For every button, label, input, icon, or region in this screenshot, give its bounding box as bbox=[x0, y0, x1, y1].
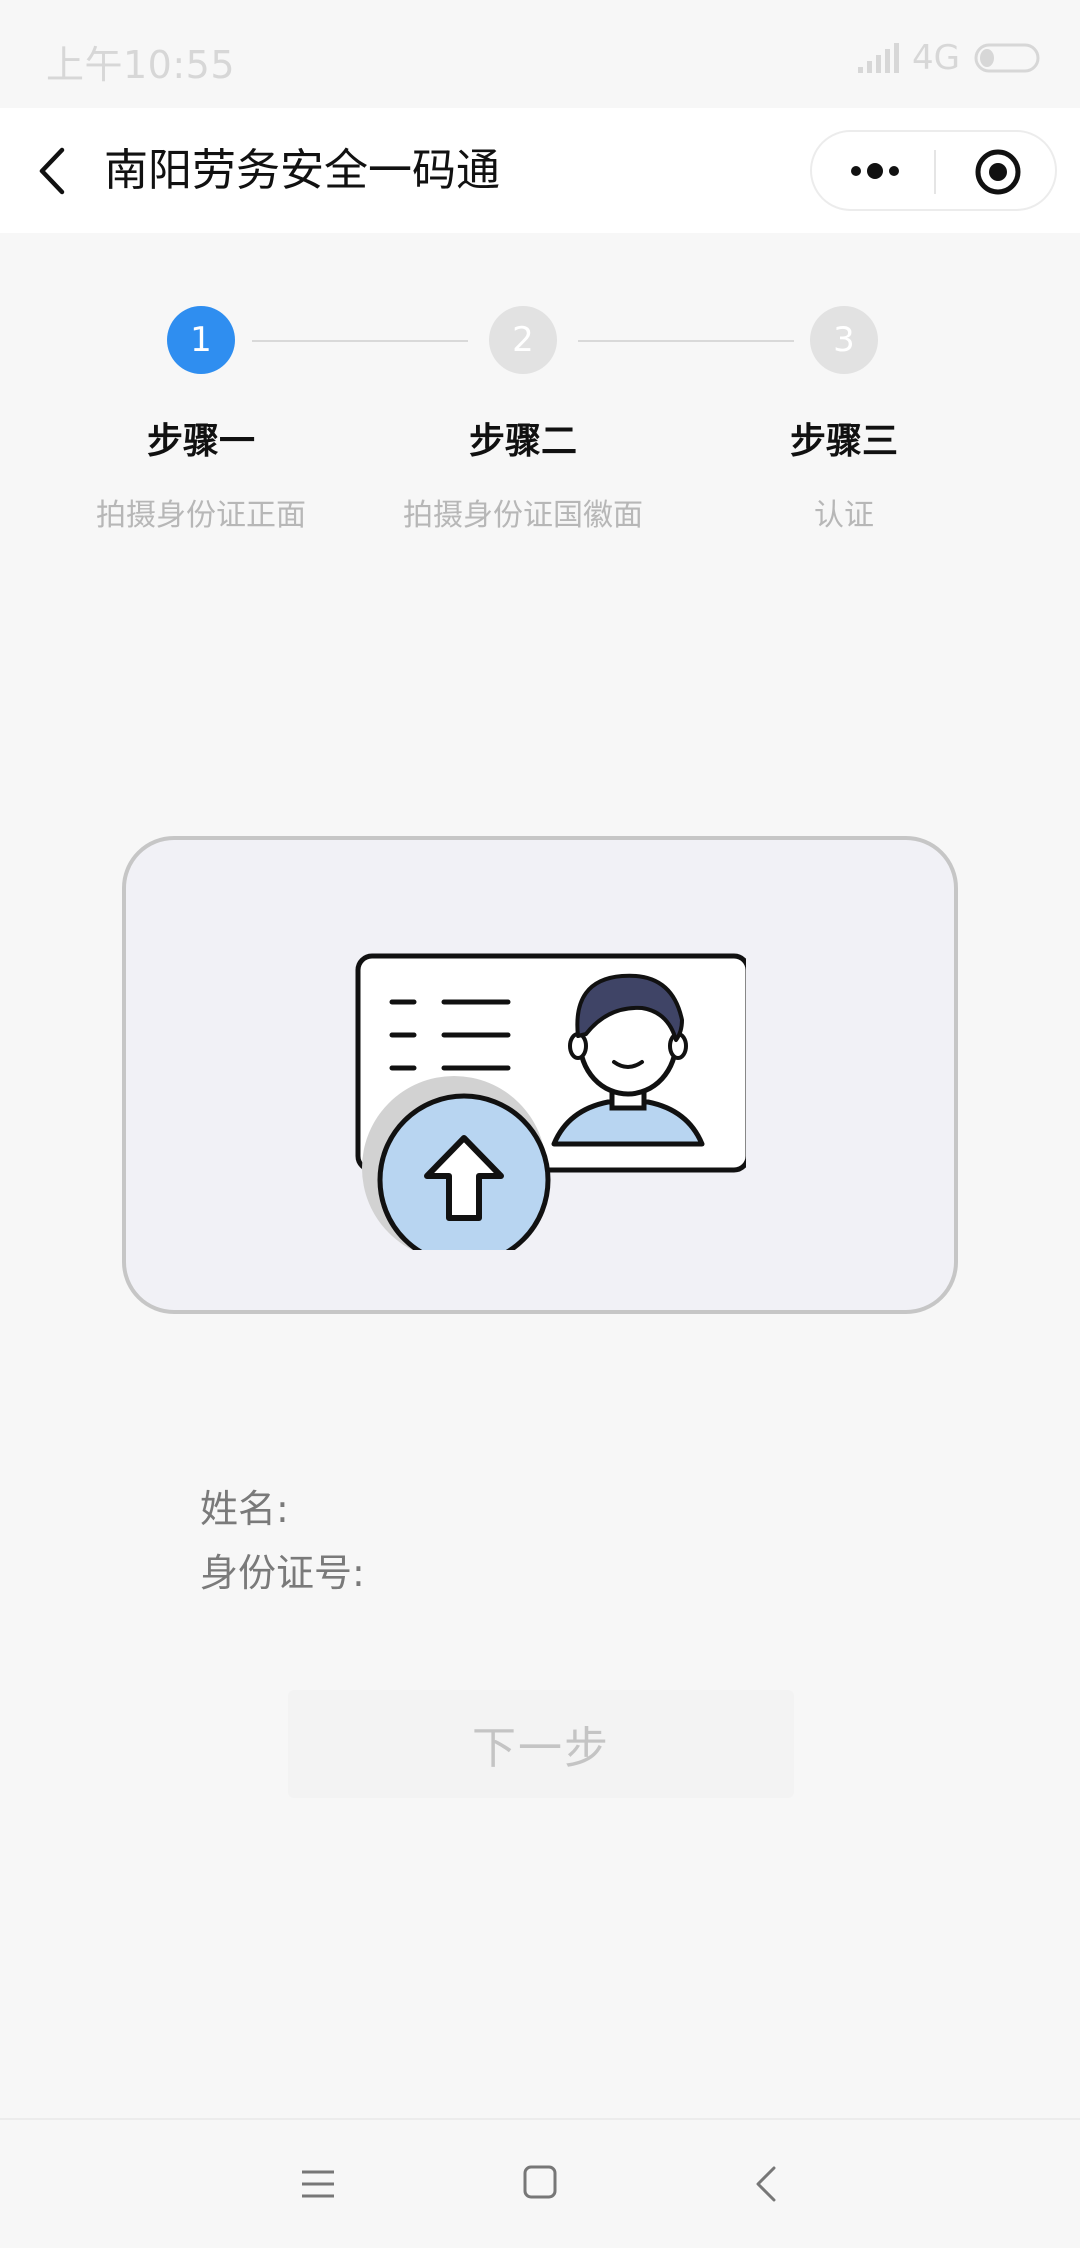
page-title: 南阳劳务安全一码通 bbox=[104, 145, 500, 196]
status-indicators: 4G bbox=[856, 38, 1040, 78]
home-icon[interactable] bbox=[522, 2164, 558, 2200]
system-back-icon[interactable] bbox=[752, 2164, 780, 2204]
step-2-desc: 拍摄身份证国徽面 bbox=[403, 498, 643, 533]
step-1-title: 步骤一 bbox=[146, 421, 255, 462]
battery-icon bbox=[974, 43, 1040, 73]
menu-icon[interactable] bbox=[300, 2166, 336, 2202]
screen: 上午10:55 4G 南阳劳务安全一码通 1 2 3 步骤一 步骤二 步骤三 拍… bbox=[0, 0, 1080, 2248]
close-miniprogram-icon[interactable] bbox=[974, 148, 1022, 196]
status-bar: 上午10:55 4G bbox=[0, 0, 1080, 108]
step-2-title: 步骤二 bbox=[468, 421, 577, 462]
id-number-label: 身份证号: bbox=[200, 1551, 365, 1595]
back-arrow-icon[interactable] bbox=[34, 146, 70, 196]
id-card-upload-icon bbox=[355, 953, 746, 1250]
step-1-desc: 拍摄身份证正面 bbox=[96, 498, 306, 533]
step-connector-2 bbox=[578, 340, 794, 342]
more-icon[interactable] bbox=[848, 156, 902, 186]
step-connector-1 bbox=[252, 340, 468, 342]
next-step-button[interactable]: 下一步 bbox=[288, 1690, 794, 1798]
step-indicator: 1 2 3 步骤一 步骤二 步骤三 拍摄身份证正面 拍摄身份证国徽面 认证 bbox=[0, 300, 1080, 550]
capsule-divider bbox=[934, 150, 936, 194]
step-1-circle: 1 bbox=[167, 306, 235, 374]
step-3-title: 步骤三 bbox=[789, 421, 898, 462]
step-3-desc: 认证 bbox=[814, 498, 874, 533]
name-label: 姓名: bbox=[200, 1487, 289, 1531]
signal-icon bbox=[858, 43, 900, 73]
network-label: 4G bbox=[912, 38, 960, 78]
nav-bar: 南阳劳务安全一码通 bbox=[0, 108, 1080, 233]
step-2-circle: 2 bbox=[489, 306, 557, 374]
step-3-circle: 3 bbox=[810, 306, 878, 374]
status-time: 上午10:55 bbox=[46, 43, 236, 87]
mini-program-capsule bbox=[810, 130, 1057, 211]
system-nav-bar bbox=[0, 2118, 1080, 2248]
id-front-upload-area[interactable] bbox=[122, 836, 958, 1314]
